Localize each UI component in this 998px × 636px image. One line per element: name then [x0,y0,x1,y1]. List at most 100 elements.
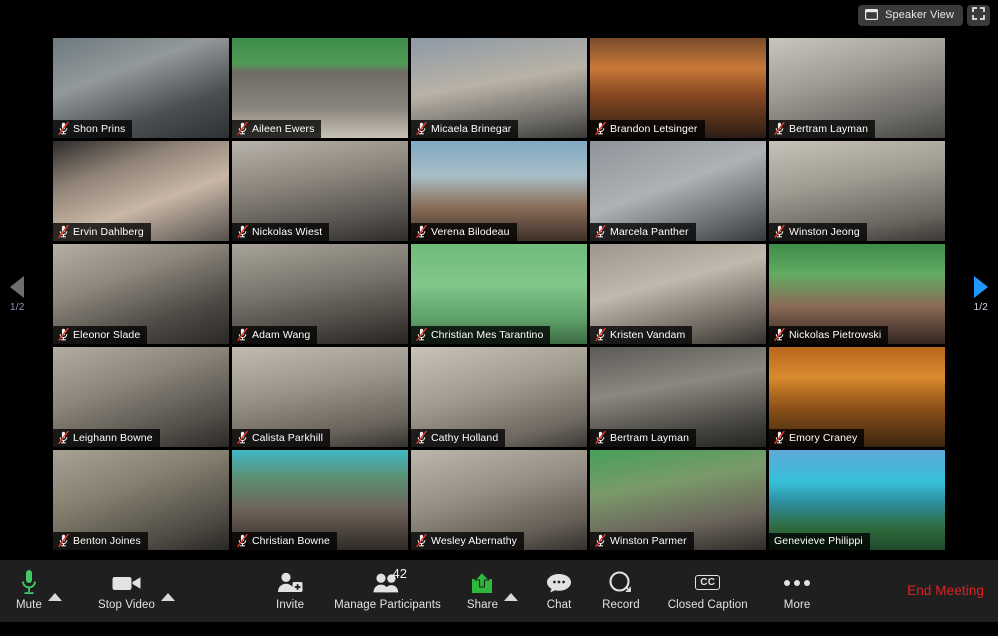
participant-tile[interactable]: Emory Craney [769,347,945,447]
participant-tile[interactable]: Ervin Dahlberg [53,141,229,241]
participant-tile[interactable]: Nickolas Pietrowski [769,244,945,344]
page-indicator-right: 1/2 [973,302,988,313]
speaker-view-label: Speaker View [885,9,954,21]
participant-tile[interactable]: Micaela Brinegar [411,38,587,138]
participant-nameplate: Winston Jeong [769,223,867,241]
participant-tile[interactable]: Verena Bilodeau [411,141,587,241]
microphone-muted-icon [595,122,606,135]
toolbar-button-more[interactable]: More [784,567,811,615]
participant-nameplate: Cathy Holland [411,429,506,447]
speaker-view-button[interactable]: Speaker View [858,5,963,26]
participant-nameplate: Bertram Layman [769,120,876,138]
participant-tile[interactable]: Genevieve Philippi [769,450,945,550]
participant-name: Benton Joines [73,534,141,547]
participant-tile[interactable]: Eleonor Slade [53,244,229,344]
microphone-muted-icon [237,328,248,341]
participant-name: Nickolas Pietrowski [789,328,882,341]
participant-tile[interactable]: Marcela Panther [590,141,766,241]
participant-tile[interactable]: Bertram Layman [590,347,766,447]
microphone-muted-icon [237,431,248,444]
participant-name: Nickolas Wiest [252,225,323,238]
participant-nameplate: Emory Craney [769,429,865,447]
end-meeting-button[interactable]: End Meeting [907,584,984,598]
participant-tile[interactable]: Wesley Abernathy [411,450,587,550]
participant-name: Wesley Abernathy [431,534,518,547]
toolbar-caret-mute[interactable] [42,567,68,615]
chevron-up-icon[interactable] [504,593,519,601]
participant-tile[interactable]: Adam Wang [232,244,408,344]
participant-tile[interactable]: Nickolas Wiest [232,141,408,241]
chat-bubble-icon [546,569,572,596]
toolbar-caret-share[interactable] [498,567,524,615]
participant-name: Aileen Ewers [252,122,315,135]
participant-nameplate: Shon Prins [53,120,133,138]
toolbar-label-mute: Mute [16,599,42,611]
fullscreen-button[interactable] [967,5,990,26]
toolbar-button-invite[interactable]: Invite [276,567,304,615]
video-camera-icon [112,569,142,596]
closed-caption-icon: CC [695,569,721,596]
microphone-muted-icon [58,328,69,341]
next-page-control[interactable]: 1/2 [973,276,988,313]
toolbar-caret-stop-video[interactable] [155,567,181,615]
microphone-muted-icon [237,225,248,238]
participant-nameplate: Micaela Brinegar [411,120,519,138]
microphone-muted-icon [595,534,606,547]
participant-tile[interactable]: Brandon Letsinger [590,38,766,138]
toolbar-button-manage-participants[interactable]: Manage Participants 42 [334,567,441,615]
previous-page-control[interactable]: 1/2 [10,276,25,313]
microphone-muted-icon [774,122,785,135]
participant-name: Calista Parkhill [252,431,324,444]
microphone-muted-icon [595,225,606,238]
participant-tile[interactable]: Christian Mes Tarantino [411,244,587,344]
chevron-up-icon[interactable] [47,593,62,601]
participant-name: Genevieve Philippi [774,535,863,547]
participant-tile[interactable]: Kristen Vandam [590,244,766,344]
participant-name: Shon Prins [73,122,126,135]
participant-tile[interactable]: Benton Joines [53,450,229,550]
microphone-muted-icon [58,122,69,135]
participant-tile[interactable]: Winston Jeong [769,141,945,241]
toolbar-button-mute[interactable]: Mute [16,567,42,615]
chevron-left-icon[interactable] [10,276,25,298]
microphone-muted-icon [595,431,606,444]
microphone-muted-icon [416,328,427,341]
participant-name: Brandon Letsinger [610,122,698,135]
toolbar-label-stop-video: Stop Video [97,599,156,611]
participant-nameplate: Leighann Bowne [53,429,160,447]
participant-name: Adam Wang [252,328,311,341]
participant-name: Micaela Brinegar [431,122,512,135]
participant-nameplate: Winston Parmer [590,532,694,550]
participant-tile[interactable]: Leighann Bowne [53,347,229,447]
zoom-meeting-window: Speaker View Shon Prins Aileen Ewers Mic… [0,0,998,636]
microphone-muted-icon [237,122,248,135]
participant-name: Leighann Bowne [73,431,153,444]
participant-nameplate: Ervin Dahlberg [53,223,151,241]
toolbar-button-record[interactable]: Record [602,567,640,615]
participant-tile[interactable]: Cathy Holland [411,347,587,447]
participant-tile[interactable]: Aileen Ewers [232,38,408,138]
toolbar-label-invite: Invite [276,599,305,611]
participant-name: Winston Jeong [789,225,860,238]
toolbar-button-share[interactable]: Share [467,567,498,615]
participant-tile[interactable]: Bertram Layman [769,38,945,138]
participant-name: Emory Craney [789,431,858,444]
participant-gallery: Shon Prins Aileen Ewers Micaela Brinegar… [53,38,945,550]
microphone-muted-icon [595,328,606,341]
microphone-muted-icon [416,431,427,444]
microphone-muted-icon [416,122,427,135]
participant-tile[interactable]: Winston Parmer [590,450,766,550]
toolbar-button-chat[interactable]: Chat [546,567,572,615]
participant-name: Winston Parmer [610,534,687,547]
toolbar-button-stop-video[interactable]: Stop Video [98,567,155,615]
participant-nameplate: Eleonor Slade [53,326,148,344]
participant-tile[interactable]: Calista Parkhill [232,347,408,447]
participant-tile[interactable]: Shon Prins [53,38,229,138]
microphone-muted-icon [774,225,785,238]
chevron-right-icon[interactable] [973,276,988,298]
speaker-view-icon [865,7,879,25]
chevron-up-icon[interactable] [161,593,176,601]
participant-tile[interactable]: Christian Bowne [232,450,408,550]
toolbar-button-closed-caption[interactable]: CC Closed Caption [668,567,748,615]
page-indicator-left: 1/2 [10,302,25,313]
